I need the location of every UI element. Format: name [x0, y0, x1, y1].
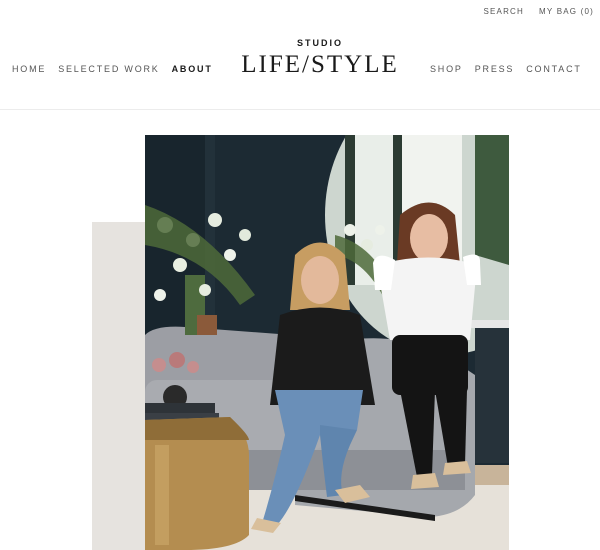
hero-photo-illustration — [145, 135, 509, 550]
header-divider — [0, 109, 600, 110]
utility-nav: SEARCH MY BAG (0) — [483, 7, 594, 16]
primary-nav-right: SHOP PRESS CONTACT — [430, 64, 582, 74]
primary-nav-left: HOME SELECTED WORK ABOUT — [12, 64, 213, 74]
nav-about[interactable]: ABOUT — [172, 64, 213, 74]
logo-studio-text: STUDIO — [296, 38, 343, 48]
nav-home[interactable]: HOME — [12, 64, 46, 74]
hero-photo — [145, 135, 509, 550]
nav-selected-work[interactable]: SELECTED WORK — [58, 64, 159, 74]
nav-press[interactable]: PRESS — [475, 64, 515, 74]
decorative-accent-block — [92, 222, 150, 550]
site-logo[interactable]: STUDIO LIFE/STYLE — [240, 38, 400, 79]
logo-lifestyle-text: LIFE/STYLE — [241, 51, 399, 78]
nav-shop[interactable]: SHOP — [430, 64, 463, 74]
nav-contact[interactable]: CONTACT — [526, 64, 581, 74]
my-bag-link[interactable]: MY BAG (0) — [539, 7, 594, 16]
search-link[interactable]: SEARCH — [483, 7, 524, 16]
